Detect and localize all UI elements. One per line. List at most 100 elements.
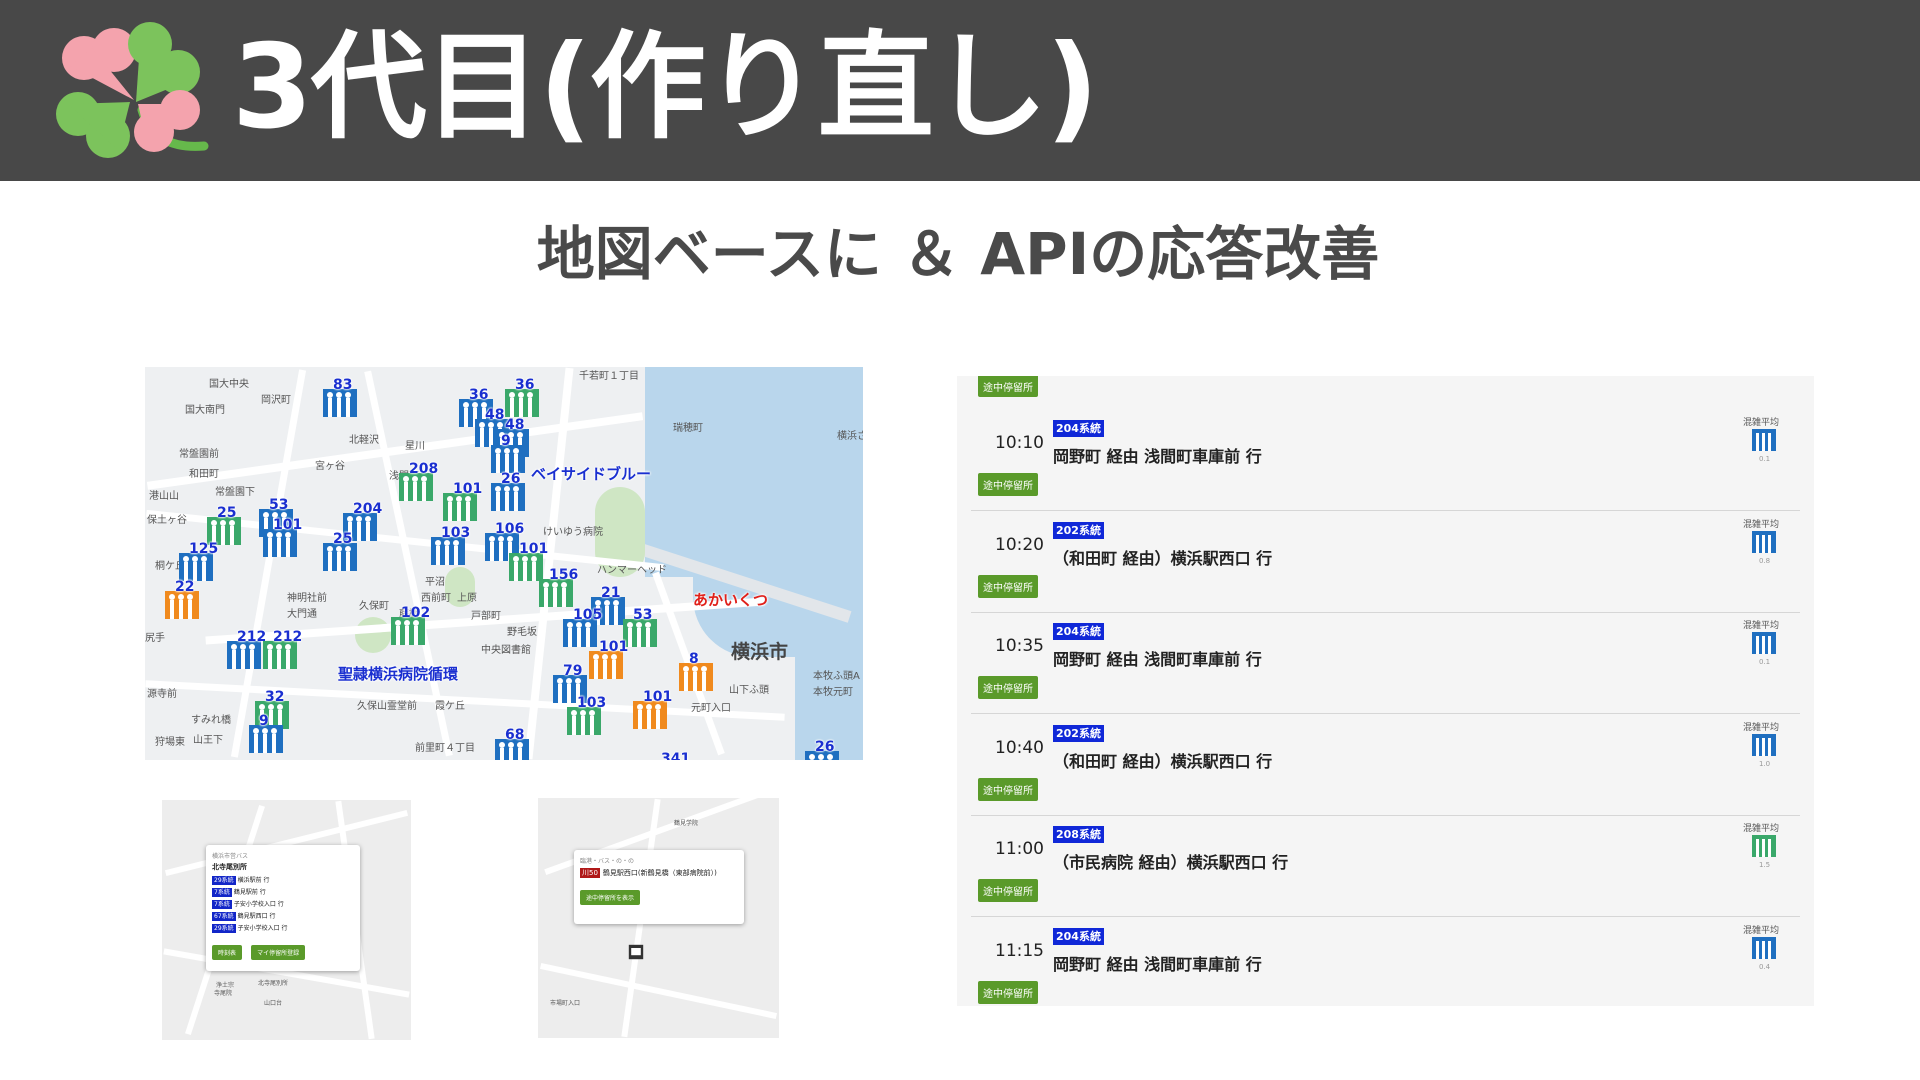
route-number: 26 bbox=[501, 471, 521, 487]
bus-stop-marker[interactable]: 26 bbox=[491, 471, 527, 511]
destination: （市民病院 経由）横浜駅西口 行 bbox=[1053, 853, 1289, 872]
bus-stop-marker[interactable]: 156 bbox=[539, 567, 579, 607]
crowding-label: 混雑平均 bbox=[1743, 824, 1780, 834]
route-badge: 204系統 bbox=[1053, 927, 1104, 945]
bus-stop-marker[interactable]: 53 bbox=[623, 607, 659, 647]
destination: 岡野町 経由 浅間町車庫前 行 bbox=[1053, 954, 1262, 974]
route-number: 36 bbox=[469, 387, 489, 403]
crowding-value: 1.5 bbox=[1759, 861, 1771, 869]
route-row[interactable]: 29系統 横浜駅前 行 bbox=[212, 875, 354, 887]
intermediate-stops-button[interactable]: 途中停留所 bbox=[978, 473, 1038, 496]
bus-stop-marker[interactable]: 25 bbox=[323, 531, 359, 571]
bus-stop-marker[interactable]: 9 bbox=[249, 713, 285, 753]
place-label: 宮ヶ谷 bbox=[315, 461, 345, 472]
destination: （和田町 経由）横浜駅西口 行 bbox=[1053, 548, 1273, 568]
place-label: 鶴見学院 bbox=[674, 820, 699, 827]
intermediate-stops-button[interactable]: 途中停留所 bbox=[978, 879, 1038, 902]
place-label: 和田町 bbox=[189, 469, 219, 480]
bus-stop-marker[interactable]: 103 bbox=[431, 525, 470, 565]
bus-stop-marker[interactable]: 208 bbox=[399, 461, 438, 501]
route-number: 101 bbox=[273, 517, 303, 533]
crowding-icon bbox=[1752, 835, 1776, 857]
stop-name: 北寺尾別所 bbox=[212, 863, 247, 871]
bus-stop-marker[interactable]: 212 bbox=[227, 629, 267, 669]
place-label: すみれ橋 bbox=[191, 715, 231, 726]
route-number: 156 bbox=[549, 567, 579, 583]
crowding-icon bbox=[1752, 429, 1776, 451]
route-number: 212 bbox=[237, 629, 267, 645]
bus-stop-marker[interactable]: 8 bbox=[679, 651, 715, 691]
route-number: 21 bbox=[601, 585, 621, 601]
bus-stop-marker[interactable]: 26 bbox=[805, 739, 841, 760]
bus-stop-marker[interactable]: 341 bbox=[651, 751, 691, 760]
place-label: 北寺尾別所 bbox=[258, 980, 289, 987]
departure-row[interactable]: 10:40 202系統 （和田町 経由）横浜駅西口 行途中停留所 混雑平均 1.0 bbox=[971, 714, 1800, 816]
bus-stop-icon bbox=[165, 591, 199, 619]
stop-popup-map-1[interactable]: 北寺尾別所 浄土宗 寺尾院 山口台 横浜市営バス 北寺尾別所 29系統 横浜駅前 … bbox=[162, 800, 411, 1040]
route-badge: 29系統 bbox=[212, 924, 236, 933]
crowding-icon bbox=[1752, 936, 1776, 959]
route-badge: 7系統 bbox=[212, 888, 232, 897]
place-label: 岡沢町 bbox=[261, 395, 291, 406]
place-label: 久保町 bbox=[359, 601, 389, 612]
intermediate-stops-button[interactable]: 途中停留所 bbox=[978, 376, 1038, 397]
bus-stop-marker[interactable]: 22 bbox=[165, 579, 201, 619]
route-dest: 鶴見駅前 行 bbox=[233, 889, 266, 896]
stop-popup-map-2[interactable]: 鶴見学院 市場町入口 臨港・バス・の・の 川50 鶴見駅西口(新鶴見橋（東部病院前… bbox=[538, 798, 779, 1038]
crowding-label: 混雑平均 bbox=[1743, 925, 1780, 936]
departure-row[interactable]: 10:35 204系統 岡野町 経由 浅間町車庫前 行途中停留所 混雑平均 0.1 bbox=[971, 612, 1800, 714]
departure-row[interactable]: 10:10 204系統 岡野町 経由 浅間町車庫前 行途中停留所 混雑平均 0.1 bbox=[971, 409, 1800, 511]
place-label: けいゆう病院 bbox=[543, 527, 603, 538]
route-number: 9 bbox=[259, 713, 269, 729]
departure-row[interactable]: 11:15 204系統 岡野町 経由 浅間町車庫前 行途中停留所 混雑平均 0.4 bbox=[971, 917, 1800, 1007]
bus-stop-map[interactable]: 国大中央国大南門常盤園前和田町常盤園下岡沢町北軽沢星川宮ヶ谷浅間下神明社前大門通… bbox=[145, 367, 863, 760]
route-row[interactable]: 川50 鶴見駅西口(新鶴見橋（東部病院前）) bbox=[580, 868, 738, 878]
bus-stop-icon bbox=[391, 617, 425, 645]
route-number: 101 bbox=[519, 541, 549, 557]
route-number: 341 bbox=[661, 751, 691, 760]
show-intermediate-stops-button[interactable]: 途中停留所を表示 bbox=[580, 890, 641, 905]
bus-stop-marker[interactable]: 9 bbox=[491, 433, 527, 473]
bus-stop-popup: 横浜市営バス 北寺尾別所 29系統 横浜駅前 行 7系統 鶴見駅前 行 7系統 子安小… bbox=[206, 845, 360, 971]
route-row[interactable]: 7系統 鶴見駅前 行 bbox=[212, 887, 354, 899]
bus-stop-marker[interactable]: 103 bbox=[567, 695, 607, 735]
bus-stop-marker[interactable]: 101 bbox=[263, 517, 303, 557]
bus-stop-icon bbox=[227, 641, 261, 669]
timetable-button[interactable]: 時刻表 bbox=[212, 945, 243, 960]
intermediate-stops-button[interactable]: 途中停留所 bbox=[978, 777, 1038, 801]
bus-stop-marker[interactable]: 101 bbox=[443, 481, 482, 521]
operator-name: 横浜市営バス bbox=[212, 853, 249, 860]
route-badge: 208系統 bbox=[1053, 826, 1104, 843]
route-number: 8 bbox=[689, 651, 699, 667]
place-label: 国大中央 bbox=[209, 379, 249, 390]
bus-stop-marker[interactable]: 25 bbox=[207, 505, 243, 545]
intermediate-stops-button[interactable]: 途中停留所 bbox=[978, 676, 1038, 699]
add-my-stop-button[interactable]: マイ停留所登録 bbox=[251, 945, 306, 960]
bus-stop-marker[interactable]: 101 bbox=[633, 689, 672, 729]
intermediate-stops-button[interactable]: 途中停留所 bbox=[978, 980, 1038, 1004]
departure-timetable: 途中停留所 10:10 204系統 岡野町 経由 浅間町車庫前 行途中停留所 混雑平均… bbox=[957, 376, 1814, 1006]
intermediate-stops-button[interactable]: 途中停留所 bbox=[978, 574, 1038, 598]
bus-stop-marker[interactable]: 83 bbox=[323, 377, 359, 417]
crowding-icon bbox=[1752, 530, 1776, 553]
place-label: 上原 bbox=[457, 593, 477, 604]
route-row[interactable]: 29系統 子安小学校入口 行 bbox=[212, 923, 354, 935]
place-label: 源寺前 bbox=[147, 689, 177, 700]
crowding-label: 混雑平均 bbox=[1743, 519, 1780, 530]
bus-stop-marker[interactable]: 102 bbox=[391, 605, 430, 645]
route-number: 103 bbox=[577, 695, 607, 711]
route-number: 25 bbox=[333, 531, 353, 547]
departure-row[interactable]: 11:00 208系統 （市民病院 経由）横浜駅西口 行途中停留所 混雑平均 1.5 bbox=[971, 815, 1800, 917]
route-number: 26 bbox=[815, 739, 835, 755]
place-label: 常盤園前 bbox=[179, 449, 219, 460]
route-row[interactable]: 67系統 鶴見駅西口 行 bbox=[212, 911, 354, 923]
bus-stop-marker[interactable]: 212 bbox=[263, 629, 302, 669]
place-label: 北軽沢 bbox=[349, 435, 379, 446]
route-dest: 子安小学校入口 行 bbox=[233, 901, 284, 908]
route-number: 36 bbox=[515, 377, 535, 393]
route-row[interactable]: 7系統 子安小学校入口 行 bbox=[212, 899, 354, 911]
bus-stop-marker[interactable]: 125 bbox=[179, 541, 218, 581]
bus-stop-marker[interactable]: 68 bbox=[495, 727, 531, 760]
departure-row[interactable]: 10:20 202系統 （和田町 経由）横浜駅西口 行途中停留所 混雑平均 0.8 bbox=[971, 511, 1800, 613]
bus-stop-marker[interactable]: 101 bbox=[589, 639, 628, 679]
